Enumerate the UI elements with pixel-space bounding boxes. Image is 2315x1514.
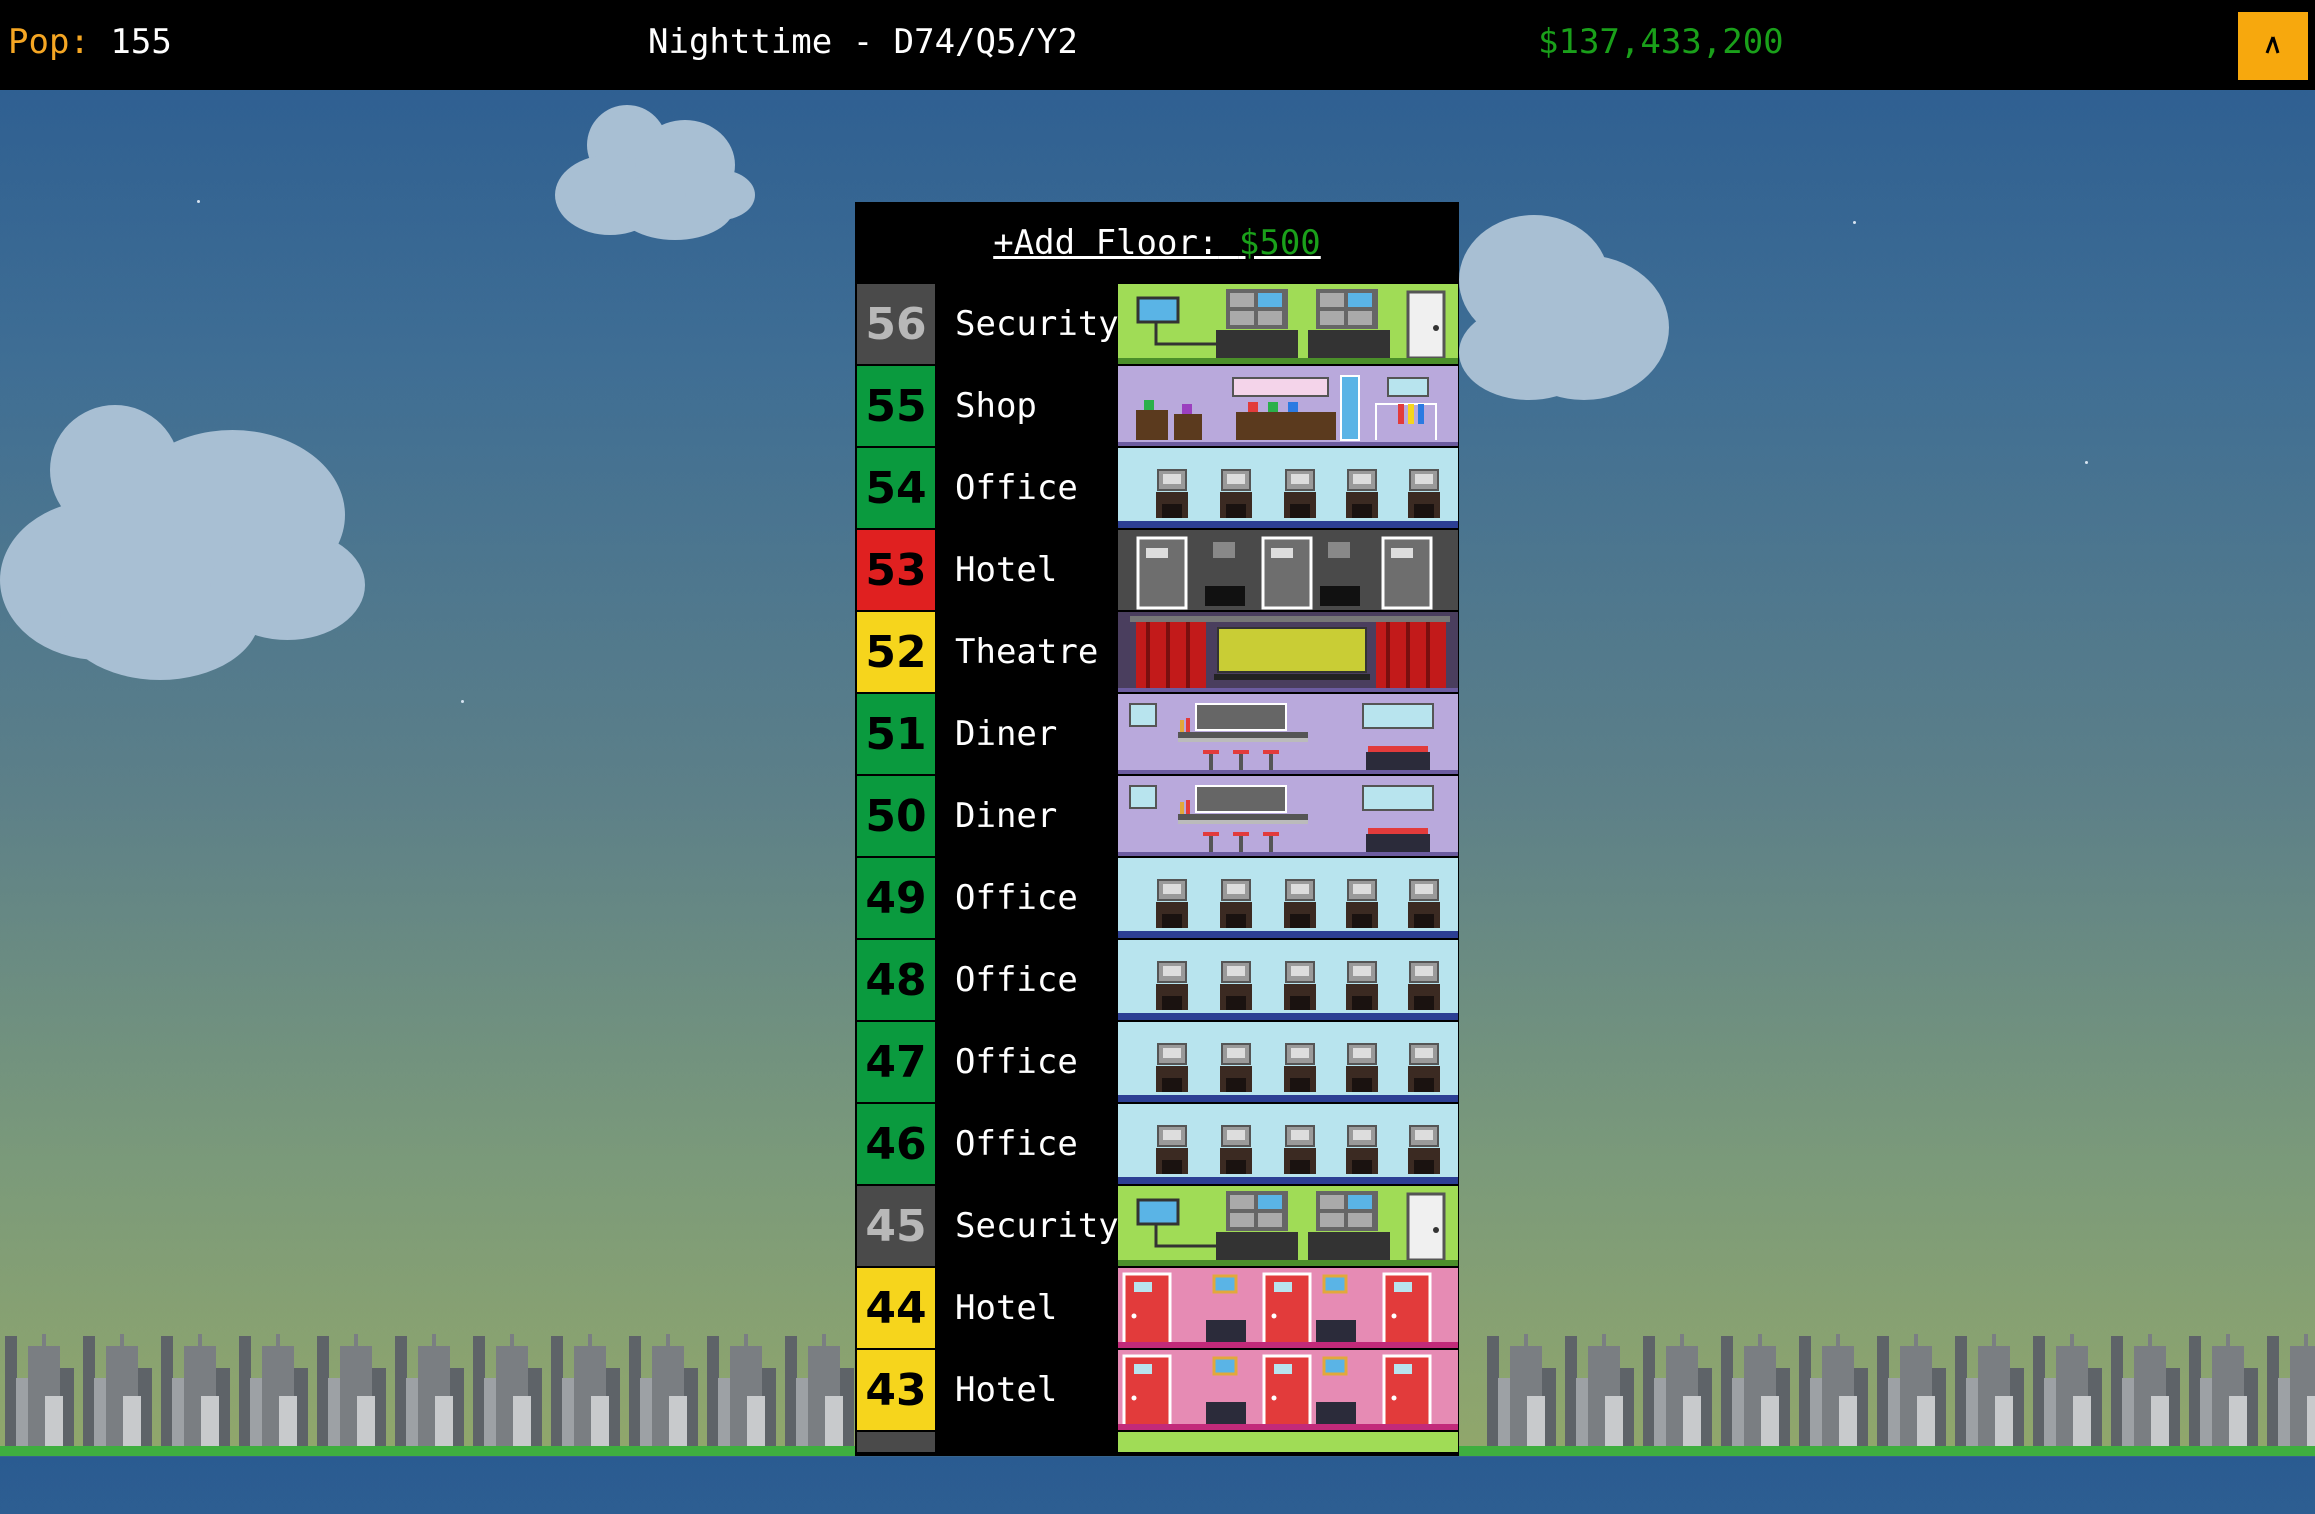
floor-row[interactable]: 56 Security: [855, 284, 1459, 366]
cursor-icon: [2265, 36, 2280, 54]
floor-row[interactable]: 55 Shop: [855, 366, 1459, 448]
floor-row[interactable]: 47 Office: [855, 1022, 1459, 1104]
floor-room-office: [1118, 1022, 1458, 1102]
floor-name: Diner: [955, 714, 1058, 754]
floor-number: 52: [857, 612, 935, 692]
star: [2085, 461, 2088, 464]
floor-row[interactable]: 54 Office: [855, 448, 1459, 530]
floor-row[interactable]: 53 Hotel: [855, 530, 1459, 612]
floor-number: [857, 1432, 935, 1452]
star: [461, 700, 464, 703]
floor-name: Office: [955, 468, 1078, 508]
floor-number: 46: [857, 1104, 935, 1184]
add-floor-button[interactable]: +Add Floor: $500: [855, 202, 1459, 284]
top-bar: Pop: 155 Nighttime - D74/Q5/Y2 $137,433,…: [0, 0, 2315, 90]
floor-room-theatre: [1118, 612, 1458, 692]
floor-number: 45: [857, 1186, 935, 1266]
floor-number: 49: [857, 858, 935, 938]
floor-name: Hotel: [955, 1288, 1058, 1328]
floor-number: 44: [857, 1268, 935, 1348]
floor-list: 56 Security 55 Shop 54 Office 53 Hotel 52 Theatre…: [855, 284, 1459, 1432]
floor-room-office: [1118, 940, 1458, 1020]
add-floor-cost: $500: [1238, 223, 1321, 263]
floor-number: 50: [857, 776, 935, 856]
menu-button[interactable]: [2238, 12, 2308, 80]
time-display: Nighttime - D74/Q5/Y2: [648, 22, 1078, 62]
floor-number: 48: [857, 940, 935, 1020]
floor-row[interactable]: 46 Office: [855, 1104, 1459, 1186]
money-display: $137,433,200: [1538, 22, 1784, 62]
floor-row[interactable]: 51 Diner: [855, 694, 1459, 776]
population-label: Pop:: [8, 22, 90, 62]
floor-room: [1118, 1432, 1458, 1452]
floor-room-hotel-pink: [1118, 1268, 1458, 1348]
tower: +Add Floor: $500 56 Security 55 Shop 54 Offic…: [855, 202, 1459, 1456]
floor-row[interactable]: 50 Diner: [855, 776, 1459, 858]
floor-row-partial[interactable]: [855, 1432, 1459, 1514]
floor-number: 54: [857, 448, 935, 528]
floor-number: 55: [857, 366, 935, 446]
floor-name: Office: [955, 1042, 1078, 1082]
floor-name: Theatre: [955, 632, 1099, 672]
floor-name: Office: [955, 878, 1078, 918]
floor-row[interactable]: 48 Office: [855, 940, 1459, 1022]
star: [197, 200, 200, 203]
floor-name: Security: [955, 304, 1119, 344]
cloud: [0, 400, 365, 680]
star: [1853, 221, 1856, 224]
floor-room-office: [1118, 1104, 1458, 1184]
floor-room-security: [1118, 1186, 1458, 1266]
floor-row[interactable]: 43 Hotel: [855, 1350, 1459, 1432]
floor-name: Diner: [955, 796, 1058, 836]
floor-name: Office: [955, 1124, 1078, 1164]
floor-name: Shop: [955, 386, 1037, 426]
floor-number: 47: [857, 1022, 935, 1102]
floor-name: Office: [955, 960, 1078, 1000]
floor-name: Hotel: [955, 550, 1058, 590]
floor-room-security: [1118, 284, 1458, 364]
floor-room-hotel-dark: [1118, 530, 1458, 610]
add-floor-label: +Add Floor:: [993, 223, 1219, 263]
cloud: [1459, 215, 1669, 400]
floor-number: 51: [857, 694, 935, 774]
floor-name: Hotel: [955, 1370, 1058, 1410]
floor-number: 56: [857, 284, 935, 364]
floor-row[interactable]: 44 Hotel: [855, 1268, 1459, 1350]
floor-row[interactable]: 45 Security: [855, 1186, 1459, 1268]
floor-room-shop: [1118, 366, 1458, 446]
floor-room-diner: [1118, 694, 1458, 774]
floor-room-office: [1118, 858, 1458, 938]
floor-row[interactable]: 52 Theatre: [855, 612, 1459, 694]
population-counter: Pop: 155: [8, 22, 172, 62]
floor-number: 53: [857, 530, 935, 610]
floor-room-diner: [1118, 776, 1458, 856]
floor-name: Security: [955, 1206, 1119, 1246]
floor-room-hotel-pink: [1118, 1350, 1458, 1430]
floor-number: 43: [857, 1350, 935, 1430]
cloud: [555, 100, 755, 245]
floor-room-office: [1118, 448, 1458, 528]
floor-row[interactable]: 49 Office: [855, 858, 1459, 940]
population-value: 155: [110, 22, 172, 62]
